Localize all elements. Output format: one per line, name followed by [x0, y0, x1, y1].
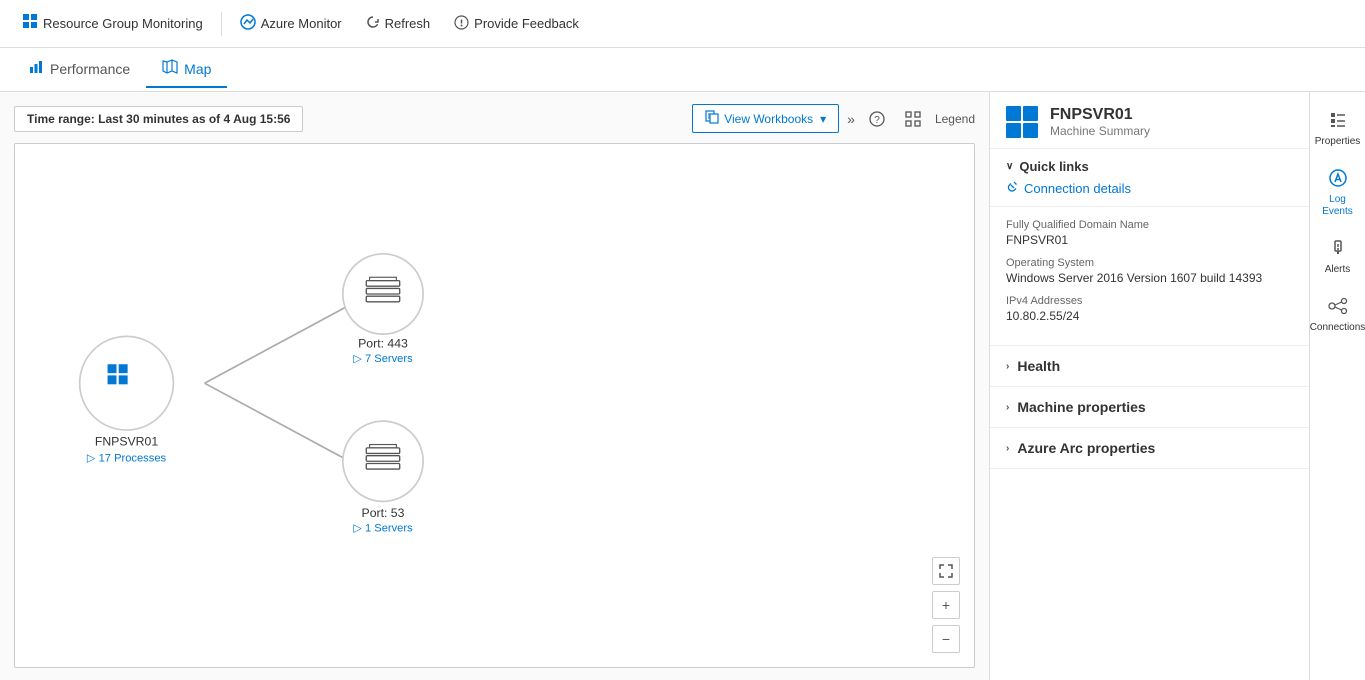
feedback-icon: [454, 15, 469, 33]
expand-right-icon: »: [847, 111, 855, 127]
zoom-out-icon: −: [942, 631, 950, 647]
main-panel: Time range: Last 30 minutes as of 4 Aug …: [0, 92, 989, 680]
connections-icon: [1328, 296, 1348, 319]
link-icon: [1006, 180, 1019, 196]
map-icon: [162, 59, 178, 78]
legend-label: Legend: [935, 112, 975, 126]
os-row: Operating System Windows Server 2016 Ver…: [1006, 257, 1293, 285]
svg-text:▷ 1 Servers: ▷ 1 Servers: [353, 523, 413, 535]
fit-view-button[interactable]: [932, 557, 960, 585]
health-chevron: ›: [1006, 361, 1009, 372]
workbooks-dropdown-icon: ▾: [820, 112, 826, 126]
alerts-label: Alerts: [1325, 264, 1351, 276]
os-label: Operating System: [1006, 257, 1293, 269]
log-events-icon: [1328, 168, 1348, 191]
svg-text:Port: 53: Port: 53: [362, 506, 405, 520]
machine-header: FNPSVR01 Machine Summary: [990, 92, 1309, 149]
fqdn-value: FNPSVR01: [1006, 233, 1293, 247]
machine-properties-label: Machine properties: [1017, 399, 1145, 415]
time-range-value: Last 30 minutes as of 4 Aug 15:56: [98, 112, 290, 126]
azure-arc-section[interactable]: › Azure Arc properties: [990, 428, 1309, 469]
zoom-in-button[interactable]: +: [932, 591, 960, 619]
machine-name: FNPSVR01: [1050, 106, 1150, 124]
ipv4-value: 10.80.2.55/24: [1006, 309, 1293, 323]
azure-monitor-label: Azure Monitor: [261, 16, 342, 31]
machine-properties-header[interactable]: › Machine properties: [1006, 399, 1293, 415]
time-range-prefix: Time range:: [27, 112, 98, 126]
windows-logo: [1006, 106, 1038, 138]
health-section[interactable]: › Health: [990, 346, 1309, 387]
map-canvas[interactable]: FNPSVR01 ▷ 17 Processes Port: 443 ▷ 7 Se…: [14, 143, 975, 668]
tab-performance[interactable]: Performance: [12, 51, 146, 88]
azure-monitor-icon: [240, 14, 256, 33]
ipv4-row: IPv4 Addresses 10.80.2.55/24: [1006, 295, 1293, 323]
health-label: Health: [1017, 358, 1060, 374]
view-workbooks-button[interactable]: View Workbooks ▾: [692, 104, 839, 133]
properties-icon: [1328, 110, 1348, 133]
tab-map[interactable]: Map: [146, 51, 227, 88]
toolbar-right: View Workbooks ▾ » ? Legend: [692, 104, 975, 133]
workbooks-icon: [705, 110, 719, 127]
performance-icon: [28, 59, 44, 78]
provide-feedback-btn[interactable]: Provide Feedback: [444, 11, 589, 37]
svg-text:Port: 443: Port: 443: [358, 337, 408, 351]
ipv4-label: IPv4 Addresses: [1006, 295, 1293, 307]
properties-label: Properties: [1315, 136, 1361, 148]
alerts-icon: [1328, 238, 1348, 261]
server-node-sublabel: ▷ 17 Processes: [87, 452, 167, 464]
zoom-out-button[interactable]: −: [932, 625, 960, 653]
help-icon-btn[interactable]: ?: [863, 105, 891, 133]
right-panel: FNPSVR01 Machine Summary ∨ Quick links C…: [989, 92, 1309, 680]
quick-links-title: ∨ Quick links: [1006, 159, 1293, 174]
azure-arc-header[interactable]: › Azure Arc properties: [1006, 440, 1293, 456]
sidebar-item-connections[interactable]: Connections: [1310, 288, 1365, 342]
map-svg: FNPSVR01 ▷ 17 Processes Port: 443 ▷ 7 Se…: [15, 144, 974, 667]
sidebar-item-properties[interactable]: Properties: [1310, 102, 1365, 156]
sidebar-item-alerts[interactable]: Alerts: [1310, 230, 1365, 284]
fit-icon-btn[interactable]: [899, 105, 927, 133]
quick-links-label: Quick links: [1019, 159, 1088, 174]
provide-feedback-label: Provide Feedback: [474, 16, 579, 31]
separator-1: [221, 12, 222, 36]
zoom-in-icon: +: [942, 597, 950, 613]
fqdn-row: Fully Qualified Domain Name FNPSVR01: [1006, 219, 1293, 247]
right-sidebar: Properties Log Events Alerts Connections: [1309, 92, 1365, 680]
log-events-label: Log Events: [1314, 194, 1361, 218]
machine-properties-section[interactable]: › Machine properties: [990, 387, 1309, 428]
tab-performance-label: Performance: [50, 61, 130, 77]
machine-props-chevron: ›: [1006, 402, 1009, 413]
app-title: Resource Group Monitoring: [43, 16, 203, 31]
server-node-label: FNPSVR01: [95, 435, 159, 449]
tab-bar: Performance Map: [0, 48, 1365, 92]
refresh-icon: [366, 15, 380, 32]
svg-text:?: ?: [874, 115, 880, 126]
top-bar: Resource Group Monitoring Azure Monitor …: [0, 0, 1365, 48]
os-value: Windows Server 2016 Version 1607 build 1…: [1006, 271, 1293, 285]
connections-label: Connections: [1310, 322, 1365, 334]
svg-text:▷ 7 Servers: ▷ 7 Servers: [353, 353, 413, 365]
connection-details-label: Connection details: [1024, 181, 1131, 196]
connection-details-link[interactable]: Connection details: [1006, 180, 1293, 196]
app-icon: [22, 13, 38, 34]
toolbar-row: Time range: Last 30 minutes as of 4 Aug …: [14, 104, 975, 133]
view-workbooks-label: View Workbooks: [724, 112, 813, 126]
chevron-down-icon: ∨: [1006, 161, 1013, 172]
tab-map-label: Map: [184, 61, 211, 77]
health-header[interactable]: › Health: [1006, 358, 1293, 374]
fqdn-label: Fully Qualified Domain Name: [1006, 219, 1293, 231]
sidebar-item-log-events[interactable]: Log Events: [1310, 160, 1365, 226]
machine-info-section: Fully Qualified Domain Name FNPSVR01 Ope…: [990, 207, 1309, 346]
azure-arc-label: Azure Arc properties: [1017, 440, 1155, 456]
machine-subtitle: Machine Summary: [1050, 124, 1150, 138]
refresh-label: Refresh: [385, 16, 431, 31]
quick-links-section: ∨ Quick links Connection details: [990, 149, 1309, 207]
app-title-item[interactable]: Resource Group Monitoring: [12, 9, 213, 38]
map-controls: + −: [932, 557, 960, 653]
azure-arc-chevron: ›: [1006, 443, 1009, 454]
refresh-btn[interactable]: Refresh: [356, 11, 441, 36]
azure-monitor-btn[interactable]: Azure Monitor: [230, 10, 352, 37]
time-range-button[interactable]: Time range: Last 30 minutes as of 4 Aug …: [14, 106, 303, 132]
content-area: Time range: Last 30 minutes as of 4 Aug …: [0, 92, 1365, 680]
